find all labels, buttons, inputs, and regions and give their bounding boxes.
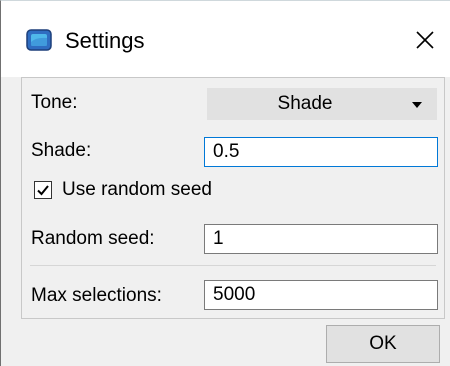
title-bar: Settings [1, 1, 450, 77]
max-selections-input[interactable] [204, 280, 438, 310]
window-title: Settings [65, 28, 145, 53]
close-button[interactable] [410, 25, 440, 55]
shade-input[interactable] [204, 137, 438, 167]
settings-dialog: Settings Tone: Shade Shade: Use random s… [0, 0, 450, 366]
chevron-down-icon [412, 102, 422, 108]
settings-form: Tone: Shade Shade: Use random seed Rando… [21, 77, 445, 319]
app-window-icon [26, 28, 52, 52]
random-seed-label: Random seed: [31, 228, 155, 249]
tone-label: Tone: [31, 92, 78, 113]
ok-button[interactable]: OK [326, 325, 440, 363]
use-random-seed-checkbox[interactable] [34, 181, 52, 199]
close-icon [416, 31, 434, 49]
random-seed-input[interactable] [204, 224, 438, 254]
use-random-seed-label[interactable]: Use random seed [62, 179, 212, 201]
shade-label: Shade: [31, 140, 92, 161]
max-selections-label: Max selections: [31, 285, 162, 306]
checkmark-icon [37, 185, 49, 196]
divider [30, 265, 436, 266]
tone-selected-value: Shade [277, 93, 333, 114]
tone-dropdown[interactable]: Shade [207, 88, 437, 120]
